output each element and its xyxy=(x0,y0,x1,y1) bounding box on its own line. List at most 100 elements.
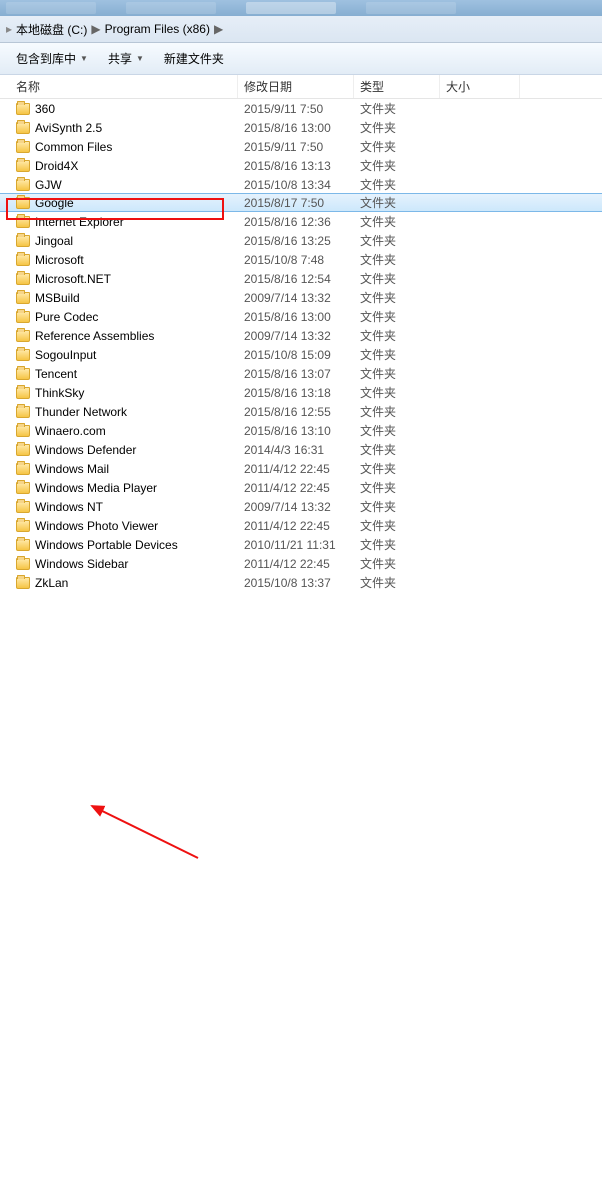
file-date: 2015/8/16 13:10 xyxy=(238,424,354,438)
folder-row[interactable]: Tencent2015/8/16 13:07文件夹 xyxy=(0,364,602,383)
folder-row[interactable]: Windows Defender2014/4/3 16:31文件夹 xyxy=(0,440,602,459)
folder-icon xyxy=(16,406,30,418)
file-type: 文件夹 xyxy=(354,251,440,268)
folder-row[interactable]: Internet Explorer 2015/8/16 12:36文件夹 xyxy=(0,212,602,231)
file-name: Windows Portable Devices xyxy=(35,538,178,552)
folder-icon xyxy=(16,482,30,494)
toolbar: 包含到库中 ▼ 共享 ▼ 新建文件夹 xyxy=(0,43,602,75)
folder-row[interactable]: Winaero.com2015/8/16 13:10文件夹 xyxy=(0,421,602,440)
folder-icon xyxy=(16,444,30,456)
column-header-size[interactable]: 大小 xyxy=(440,75,520,98)
folder-row[interactable]: Microsoft2015/10/8 7:48文件夹 xyxy=(0,250,602,269)
folder-row[interactable]: Windows Portable Devices 2010/11/21 11:31… xyxy=(0,535,602,554)
file-type: 文件夹 xyxy=(354,479,440,496)
file-type: 文件夹 xyxy=(354,308,440,325)
file-date: 2015/8/17 7:50 xyxy=(238,196,354,210)
file-name: Windows Sidebar xyxy=(35,557,128,571)
file-date: 2010/11/21 11:31 xyxy=(238,538,354,552)
folder-row[interactable]: Windows Mail2011/4/12 22:45文件夹 xyxy=(0,459,602,478)
folder-row[interactable]: AviSynth 2.52015/8/16 13:00文件夹 xyxy=(0,118,602,137)
file-name: GJW xyxy=(35,178,62,192)
column-header-type[interactable]: 类型 xyxy=(354,75,440,98)
folder-icon xyxy=(16,501,30,513)
folder-row[interactable]: Droid4X2015/8/16 13:13文件夹 xyxy=(0,156,602,175)
folder-row[interactable]: ZkLan2015/10/8 13:37文件夹 xyxy=(0,573,602,592)
folder-icon xyxy=(16,254,30,266)
folder-row[interactable]: MSBuild2009/7/14 13:32文件夹 xyxy=(0,288,602,307)
file-type: 文件夹 xyxy=(354,232,440,249)
folder-row[interactable]: Microsoft.NET2015/8/16 12:54文件夹 xyxy=(0,269,602,288)
file-type: 文件夹 xyxy=(354,213,440,230)
folder-icon xyxy=(16,122,30,134)
file-date: 2011/4/12 22:45 xyxy=(238,557,354,571)
annotation-arrow xyxy=(0,592,602,1178)
folder-icon xyxy=(16,368,30,380)
file-type: 文件夹 xyxy=(354,100,440,117)
folder-icon xyxy=(16,520,30,532)
file-type: 文件夹 xyxy=(354,327,440,344)
folder-row[interactable]: ThinkSky2015/8/16 13:18文件夹 xyxy=(0,383,602,402)
file-date: 2015/10/8 7:48 xyxy=(238,253,354,267)
include-in-library-button[interactable]: 包含到库中 ▼ xyxy=(8,47,96,70)
folder-row[interactable]: Jingoal2015/8/16 13:25文件夹 xyxy=(0,231,602,250)
file-name: ThinkSky xyxy=(35,386,84,400)
file-name: Jingoal xyxy=(35,234,73,248)
folder-icon xyxy=(16,160,30,172)
file-type: 文件夹 xyxy=(354,517,440,534)
folder-row[interactable]: Reference Assemblies2009/7/14 13:32文件夹 xyxy=(0,326,602,345)
file-date: 2015/8/16 12:36 xyxy=(238,215,354,229)
window-titlebar xyxy=(0,0,602,16)
file-type: 文件夹 xyxy=(354,574,440,591)
folder-icon xyxy=(16,349,30,361)
folder-icon xyxy=(16,216,30,228)
file-type: 文件夹 xyxy=(354,403,440,420)
file-date: 2014/4/3 16:31 xyxy=(238,443,354,457)
breadcrumb-folder[interactable]: Program Files (x86) xyxy=(105,22,210,36)
column-header-date[interactable]: 修改日期 xyxy=(238,75,354,98)
folder-row[interactable]: Windows Media Player2011/4/12 22:45文件夹 xyxy=(0,478,602,497)
folder-row[interactable]: Windows Photo Viewer2011/4/12 22:45文件夹 xyxy=(0,516,602,535)
folder-icon xyxy=(16,235,30,247)
file-list: 3602015/9/11 7:50文件夹AviSynth 2.52015/8/1… xyxy=(0,99,602,592)
folder-icon xyxy=(16,292,30,304)
file-date: 2015/8/16 13:18 xyxy=(238,386,354,400)
new-folder-button[interactable]: 新建文件夹 xyxy=(156,47,232,70)
file-name: 360 xyxy=(35,102,55,116)
column-header-name[interactable]: 名称 xyxy=(0,75,238,98)
button-label: 共享 xyxy=(108,50,132,67)
file-type: 文件夹 xyxy=(354,365,440,382)
file-name: MSBuild xyxy=(35,291,80,305)
folder-icon xyxy=(16,311,30,323)
folder-row[interactable]: Windows Sidebar2011/4/12 22:45文件夹 xyxy=(0,554,602,573)
address-bar[interactable]: ▸ 本地磁盘 (C:) ▶ Program Files (x86) ▶ xyxy=(0,16,602,43)
folder-row[interactable]: Windows NT2009/7/14 13:32文件夹 xyxy=(0,497,602,516)
button-label: 包含到库中 xyxy=(16,50,76,67)
breadcrumb-root[interactable]: 本地磁盘 (C:) xyxy=(16,21,87,38)
folder-row[interactable]: Pure Codec2015/8/16 13:00文件夹 xyxy=(0,307,602,326)
share-button[interactable]: 共享 ▼ xyxy=(100,47,152,70)
folder-row[interactable]: Google2015/8/17 7:50文件夹 xyxy=(0,193,602,212)
folder-row[interactable]: 3602015/9/11 7:50文件夹 xyxy=(0,99,602,118)
file-name: Pure Codec xyxy=(35,310,98,324)
file-name: SogouInput xyxy=(35,348,96,362)
chevron-down-icon: ▼ xyxy=(80,54,88,63)
file-date: 2015/8/16 13:13 xyxy=(238,159,354,173)
folder-row[interactable]: Thunder Network2015/8/16 12:55文件夹 xyxy=(0,402,602,421)
file-name: Windows Mail xyxy=(35,462,109,476)
file-date: 2015/10/8 13:37 xyxy=(238,576,354,590)
folder-icon xyxy=(16,141,30,153)
file-type: 文件夹 xyxy=(354,422,440,439)
column-header-row: 名称 修改日期 类型 大小 xyxy=(0,75,602,99)
file-date: 2011/4/12 22:45 xyxy=(238,519,354,533)
breadcrumb-sep-icon: ▶ xyxy=(91,22,100,36)
file-type: 文件夹 xyxy=(354,536,440,553)
folder-icon xyxy=(16,463,30,475)
folder-row[interactable]: Common Files2015/9/11 7:50文件夹 xyxy=(0,137,602,156)
file-type: 文件夹 xyxy=(354,289,440,306)
folder-icon xyxy=(16,103,30,115)
folder-icon xyxy=(16,425,30,437)
folder-row[interactable]: GJW2015/10/8 13:34文件夹 xyxy=(0,175,602,194)
folder-row[interactable]: SogouInput2015/10/8 15:09文件夹 xyxy=(0,345,602,364)
file-name: Internet Explorer xyxy=(35,215,124,229)
file-date: 2015/9/11 7:50 xyxy=(238,140,354,154)
